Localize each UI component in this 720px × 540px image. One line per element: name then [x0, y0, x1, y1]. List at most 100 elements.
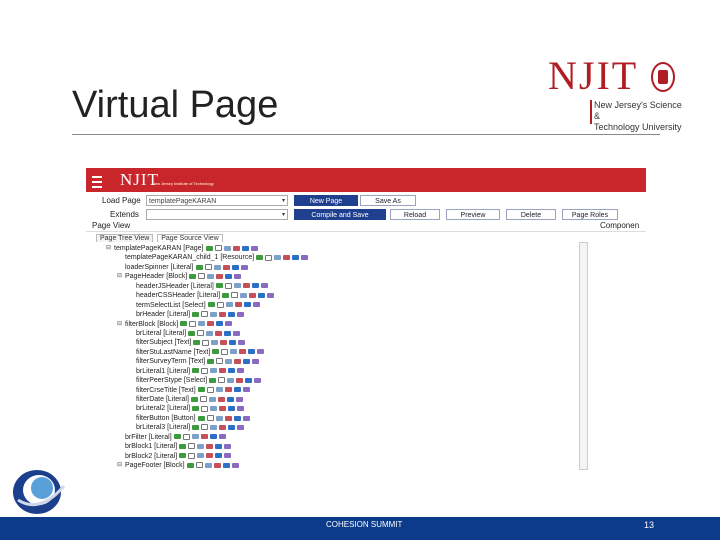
- copy-icon[interactable]: [226, 396, 234, 402]
- tree-node[interactable]: ⊟ PageHeader [Block]: [114, 272, 634, 281]
- add-icon[interactable]: [188, 330, 196, 336]
- collapse-icon[interactable]: ⊟: [117, 461, 122, 470]
- add-icon[interactable]: [195, 264, 203, 270]
- extends-select[interactable]: ▾: [146, 209, 288, 220]
- edit-icon[interactable]: [204, 264, 212, 271]
- load-page-select[interactable]: templatePageKARAN ▾: [146, 195, 288, 206]
- move-icon[interactable]: [191, 434, 199, 440]
- delete-icon[interactable]: [236, 377, 244, 383]
- copy-icon[interactable]: [228, 406, 236, 412]
- tree-node[interactable]: brLiteral3 [Literal]: [114, 423, 634, 432]
- add-icon[interactable]: [197, 387, 205, 393]
- move-icon[interactable]: [225, 358, 233, 364]
- delete-icon[interactable]: [224, 387, 232, 393]
- move-icon[interactable]: [227, 377, 235, 383]
- tree-node[interactable]: headerJSHeader [Literal]: [114, 282, 634, 291]
- delete-icon[interactable]: [206, 443, 214, 449]
- tree-node[interactable]: ⊟ filterBlock [Block]: [114, 320, 634, 329]
- save-as-button[interactable]: Save As: [360, 195, 416, 206]
- delete-icon[interactable]: [200, 434, 208, 440]
- copy-icon[interactable]: [228, 424, 236, 430]
- tree-scrollbar[interactable]: [579, 242, 588, 470]
- properties-icon[interactable]: [250, 245, 258, 251]
- properties-icon[interactable]: [237, 311, 245, 317]
- add-icon[interactable]: [215, 283, 223, 289]
- add-icon[interactable]: [256, 255, 264, 261]
- copy-icon[interactable]: [216, 321, 224, 327]
- move-icon[interactable]: [211, 340, 219, 346]
- copy-icon[interactable]: [228, 311, 236, 317]
- delete-icon[interactable]: [213, 462, 221, 468]
- copy-icon[interactable]: [224, 330, 232, 336]
- delete-icon[interactable]: [234, 302, 242, 308]
- tab-page-source-view[interactable]: Page Source View: [157, 234, 223, 242]
- delete-icon[interactable]: [222, 264, 230, 270]
- menu-icon[interactable]: [92, 176, 102, 188]
- add-icon[interactable]: [212, 349, 220, 355]
- edit-icon[interactable]: [188, 443, 196, 450]
- move-icon[interactable]: [210, 424, 218, 430]
- tree-node[interactable]: filterSubject [Text]: [114, 338, 634, 347]
- move-icon[interactable]: [215, 387, 223, 393]
- edit-icon[interactable]: [265, 254, 273, 261]
- copy-icon[interactable]: [229, 340, 237, 346]
- properties-icon[interactable]: [224, 453, 232, 459]
- properties-icon[interactable]: [224, 443, 232, 449]
- edit-icon[interactable]: [202, 339, 210, 346]
- edit-icon[interactable]: [201, 405, 209, 412]
- tree-node[interactable]: footerJSLiteral [Literal]: [114, 471, 634, 473]
- add-icon[interactable]: [205, 245, 213, 251]
- delete-icon[interactable]: [283, 255, 291, 261]
- properties-icon[interactable]: [218, 434, 226, 440]
- properties-icon[interactable]: [225, 321, 233, 327]
- copy-icon[interactable]: [233, 415, 241, 421]
- delete-icon[interactable]: [206, 453, 214, 459]
- move-icon[interactable]: [197, 453, 205, 459]
- delete-icon[interactable]: [224, 415, 232, 421]
- properties-icon[interactable]: [252, 302, 260, 308]
- move-icon[interactable]: [213, 264, 221, 270]
- delete-button[interactable]: Delete: [506, 209, 556, 220]
- tree-node[interactable]: filterSurveyTerm [Text]: [114, 357, 634, 366]
- tree-node[interactable]: brFilter [Literal]: [114, 433, 634, 442]
- tree-node[interactable]: filterStuLastName [Text]: [114, 348, 634, 357]
- copy-icon[interactable]: [292, 255, 300, 261]
- delete-icon[interactable]: [216, 273, 224, 279]
- properties-icon[interactable]: [234, 273, 242, 279]
- add-icon[interactable]: [192, 406, 200, 412]
- edit-icon[interactable]: [197, 330, 205, 337]
- edit-icon[interactable]: [218, 377, 226, 384]
- collapse-icon[interactable]: ⊟: [106, 244, 111, 253]
- tab-page-tree-view[interactable]: Page Tree View: [96, 234, 154, 242]
- edit-icon[interactable]: [206, 386, 214, 393]
- add-icon[interactable]: [192, 311, 200, 317]
- tree-node[interactable]: filterButton [Button]: [114, 414, 634, 423]
- tree-node[interactable]: loaderSpinner [Literal]: [114, 263, 634, 272]
- tree-node[interactable]: filterDate [Literal]: [114, 395, 634, 404]
- copy-icon[interactable]: [222, 462, 230, 468]
- move-icon[interactable]: [210, 406, 218, 412]
- delete-icon[interactable]: [215, 330, 223, 336]
- properties-icon[interactable]: [257, 349, 265, 355]
- properties-icon[interactable]: [254, 377, 262, 383]
- delete-icon[interactable]: [219, 424, 227, 430]
- add-icon[interactable]: [179, 453, 187, 459]
- move-icon[interactable]: [198, 321, 206, 327]
- add-icon[interactable]: [192, 368, 200, 374]
- copy-icon[interactable]: [258, 292, 266, 298]
- properties-icon[interactable]: [233, 330, 241, 336]
- edit-icon[interactable]: [195, 462, 203, 469]
- add-icon[interactable]: [189, 273, 197, 279]
- edit-icon[interactable]: [199, 396, 207, 403]
- move-icon[interactable]: [206, 330, 214, 336]
- properties-icon[interactable]: [240, 264, 248, 270]
- edit-icon[interactable]: [216, 301, 224, 308]
- preview-button[interactable]: Preview: [446, 209, 500, 220]
- move-icon[interactable]: [225, 302, 233, 308]
- delete-icon[interactable]: [219, 311, 227, 317]
- compile-save-button[interactable]: Compile and Save: [294, 209, 386, 220]
- delete-icon[interactable]: [234, 358, 242, 364]
- delete-icon[interactable]: [220, 340, 228, 346]
- tree-node[interactable]: ⊟ templatePageKARAN [Page]: [106, 244, 634, 253]
- edit-icon[interactable]: [221, 348, 229, 355]
